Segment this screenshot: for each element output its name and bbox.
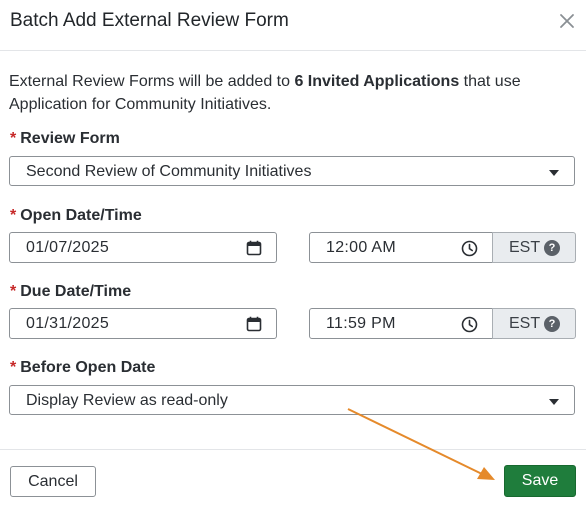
open-timezone-addon: EST ? — [492, 232, 576, 263]
review-form-select[interactable]: Second Review of Community Initiatives — [9, 156, 575, 186]
calendar-icon[interactable] — [246, 240, 262, 256]
required-marker: * — [10, 130, 17, 147]
open-time-value: 12:00 AM — [326, 239, 397, 256]
review-form-value: Second Review of Community Initiatives — [26, 163, 312, 180]
chevron-down-icon — [549, 399, 559, 405]
due-timezone: EST — [509, 315, 541, 332]
required-marker: * — [10, 283, 17, 300]
open-datetime-label-text: Open Date/Time — [20, 207, 142, 224]
due-date-value: 01/31/2025 — [26, 315, 110, 332]
review-form-label: * Review Form — [10, 130, 120, 148]
save-button[interactable]: Save — [504, 465, 576, 497]
help-icon[interactable]: ? — [544, 240, 560, 256]
close-icon[interactable] — [558, 12, 576, 30]
due-timezone-addon: EST ? — [492, 308, 576, 339]
modal-header: Batch Add External Review Form — [0, 0, 586, 51]
clock-icon[interactable] — [461, 240, 478, 257]
clock-icon[interactable] — [461, 316, 478, 333]
cancel-button[interactable]: Cancel — [10, 466, 96, 497]
due-datetime-label-text: Due Date/Time — [20, 283, 132, 300]
open-datetime-label: * Open Date/Time — [10, 207, 142, 225]
modal-title: Batch Add External Review Form — [10, 10, 289, 31]
required-marker: * — [10, 207, 17, 224]
chevron-down-icon — [549, 170, 559, 176]
intro-text: External Review Forms will be added to 6… — [9, 70, 569, 116]
due-date-input[interactable]: 01/31/2025 — [9, 308, 277, 339]
due-datetime-label: * Due Date/Time — [10, 283, 131, 301]
intro-count: 6 Invited Applications — [294, 73, 460, 90]
review-form-label-text: Review Form — [20, 130, 120, 147]
before-open-label: * Before Open Date — [10, 359, 155, 377]
due-time-value: 11:59 PM — [326, 315, 396, 332]
before-open-select[interactable]: Display Review as read-only — [9, 385, 575, 415]
before-open-value: Display Review as read-only — [26, 392, 228, 409]
calendar-icon[interactable] — [246, 316, 262, 332]
open-time-input[interactable]: 12:00 AM — [309, 232, 493, 263]
intro-prefix: External Review Forms will be added to — [9, 73, 295, 90]
open-date-input[interactable]: 01/07/2025 — [9, 232, 277, 263]
open-date-value: 01/07/2025 — [26, 239, 110, 256]
due-time-input[interactable]: 11:59 PM — [309, 308, 493, 339]
open-timezone: EST — [509, 239, 541, 256]
help-icon[interactable]: ? — [544, 316, 560, 332]
before-open-label-text: Before Open Date — [20, 359, 156, 376]
required-marker: * — [10, 359, 17, 376]
footer-divider — [0, 449, 586, 450]
